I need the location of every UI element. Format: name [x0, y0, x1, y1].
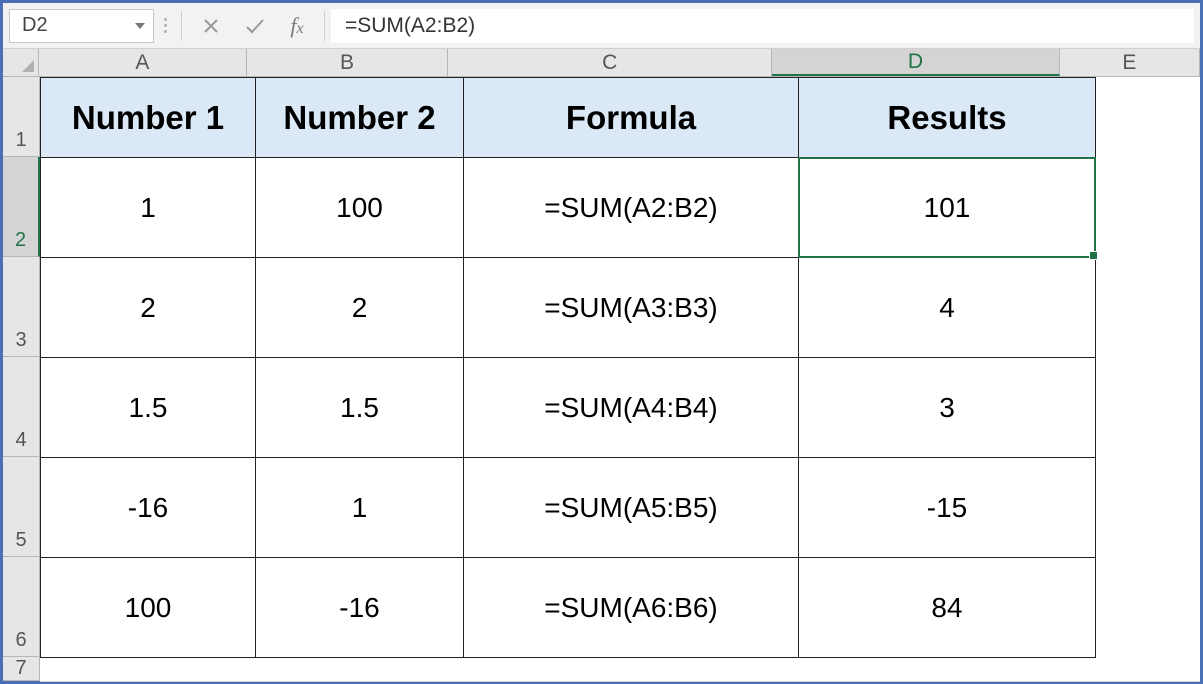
- row-headers: 1 2 3 4 5 6 7: [3, 77, 40, 681]
- column-header-A[interactable]: A: [39, 49, 247, 76]
- cell-D6[interactable]: 84: [799, 558, 1096, 658]
- header-number1[interactable]: Number 1: [41, 78, 256, 158]
- cell-D5[interactable]: -15: [799, 458, 1096, 558]
- app-window: D2 fx =SUM(A2:B2) A: [0, 0, 1203, 684]
- data-table: Number 1 Number 2 Formula Results 1 100 …: [40, 77, 1096, 658]
- cells-area[interactable]: Number 1 Number 2 Formula Results 1 100 …: [40, 77, 1200, 681]
- drag-handle-icon[interactable]: [160, 18, 171, 33]
- row-header-5[interactable]: 5: [3, 457, 40, 557]
- cell-D4[interactable]: 3: [799, 358, 1096, 458]
- cancel-button[interactable]: [192, 9, 230, 43]
- column-header-C[interactable]: C: [448, 49, 772, 76]
- cell-B4[interactable]: 1.5: [256, 358, 464, 458]
- cell-C6[interactable]: =SUM(A6:B6): [464, 558, 799, 658]
- cell-B3[interactable]: 2: [256, 258, 464, 358]
- cell-B5[interactable]: 1: [256, 458, 464, 558]
- enter-button[interactable]: [236, 9, 274, 43]
- select-all-button[interactable]: [3, 49, 39, 76]
- cell-C5[interactable]: =SUM(A5:B5): [464, 458, 799, 558]
- chevron-down-icon[interactable]: [135, 23, 145, 29]
- table-header-row: Number 1 Number 2 Formula Results: [41, 78, 1096, 158]
- header-number2[interactable]: Number 2: [256, 78, 464, 158]
- column-header-D[interactable]: D: [772, 49, 1059, 76]
- cell-A5[interactable]: -16: [41, 458, 256, 558]
- column-header-E[interactable]: E: [1060, 49, 1200, 76]
- row-header-3[interactable]: 3: [3, 257, 40, 357]
- cell-A2[interactable]: 1: [41, 158, 256, 258]
- header-results[interactable]: Results: [799, 78, 1096, 158]
- separator: [324, 11, 325, 41]
- row-header-1[interactable]: 1: [3, 77, 40, 157]
- row-header-6[interactable]: 6: [3, 557, 40, 657]
- check-icon: [244, 17, 266, 35]
- row-header-7[interactable]: 7: [3, 657, 40, 681]
- cell-B2[interactable]: 100: [256, 158, 464, 258]
- table-row: 1.5 1.5 =SUM(A4:B4) 3: [41, 358, 1096, 458]
- name-box[interactable]: D2: [9, 9, 154, 43]
- cell-D3[interactable]: 4: [799, 258, 1096, 358]
- table-row: -16 1 =SUM(A5:B5) -15: [41, 458, 1096, 558]
- column-header-B[interactable]: B: [247, 49, 448, 76]
- column-headers: A B C D E: [3, 49, 1200, 77]
- separator: [181, 11, 182, 41]
- cell-A3[interactable]: 2: [41, 258, 256, 358]
- row-header-4[interactable]: 4: [3, 357, 40, 457]
- fx-icon: fx: [288, 13, 309, 39]
- header-formula[interactable]: Formula: [464, 78, 799, 158]
- formula-text: =SUM(A2:B2): [345, 14, 475, 38]
- cell-B6[interactable]: -16: [256, 558, 464, 658]
- name-box-value: D2: [22, 14, 48, 37]
- cell-A6[interactable]: 100: [41, 558, 256, 658]
- cell-C4[interactable]: =SUM(A4:B4): [464, 358, 799, 458]
- insert-function-button[interactable]: fx: [280, 9, 318, 43]
- formula-bar: D2 fx =SUM(A2:B2): [3, 3, 1200, 49]
- table-row: 1 100 =SUM(A2:B2) 101: [41, 158, 1096, 258]
- cell-D2[interactable]: 101: [799, 158, 1096, 258]
- cell-A4[interactable]: 1.5: [41, 358, 256, 458]
- cell-C3[interactable]: =SUM(A3:B3): [464, 258, 799, 358]
- table-row: 2 2 =SUM(A3:B3) 4: [41, 258, 1096, 358]
- spreadsheet-grid: A B C D E 1 2 3 4 5 6 7: [3, 49, 1200, 681]
- table-row: 100 -16 =SUM(A6:B6) 84: [41, 558, 1096, 658]
- formula-input[interactable]: =SUM(A2:B2): [331, 9, 1194, 43]
- close-icon: [202, 17, 220, 35]
- cell-C2[interactable]: =SUM(A2:B2): [464, 158, 799, 258]
- row-header-2[interactable]: 2: [3, 157, 40, 257]
- gridline: [40, 681, 1200, 682]
